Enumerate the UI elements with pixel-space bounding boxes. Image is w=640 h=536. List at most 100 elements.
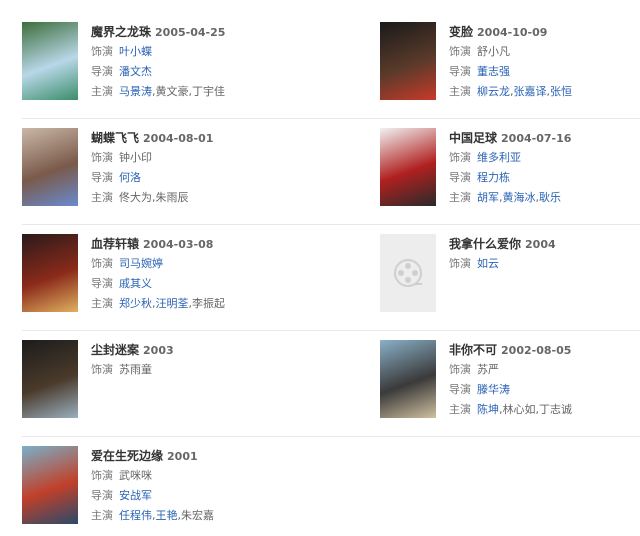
person-name: 朱宏嘉 bbox=[181, 509, 214, 522]
release-date: 2001 bbox=[167, 450, 198, 463]
row-divider bbox=[22, 330, 640, 331]
title-line: 魔界之龙珠 2005-04-25 bbox=[91, 22, 331, 42]
release-date: 2004 bbox=[525, 238, 556, 251]
starring-row: 主演 胡军,黄海冰,耿乐 bbox=[449, 188, 640, 208]
actor-row: 饰演 苏雨童 bbox=[91, 360, 331, 380]
starring-label: 主演 bbox=[91, 85, 113, 98]
movie-card: 尘封迷案 2003 饰演 苏雨童 bbox=[0, 340, 270, 430]
movie-poster[interactable] bbox=[380, 340, 436, 418]
movie-title[interactable]: 中国足球 bbox=[449, 131, 497, 145]
movie-poster[interactable] bbox=[22, 446, 78, 524]
person-name[interactable]: 任程伟 bbox=[119, 509, 152, 522]
person-name[interactable]: 汪明荃 bbox=[156, 297, 189, 310]
movie-card: 蝴蝶飞飞 2004-08-01 饰演 钟小印 导演 何洛 主演 佟大为,朱雨辰 bbox=[0, 128, 270, 218]
person-name: 苏雨童 bbox=[119, 363, 152, 376]
poster-placeholder[interactable] bbox=[380, 234, 436, 312]
poster-artwork bbox=[22, 128, 78, 206]
director-label: 导演 bbox=[449, 65, 471, 78]
person-name[interactable]: 董志强 bbox=[477, 65, 510, 78]
movie-info: 魔界之龙珠 2005-04-25 饰演 叶小蝶 导演 潘文杰 主演 马景涛,黄文豪,丁宇佳 bbox=[91, 22, 331, 102]
movie-poster[interactable] bbox=[22, 128, 78, 206]
person-name[interactable]: 戚其义 bbox=[119, 277, 152, 290]
starring-row: 主演 郑少秋,汪明荃,李振起 bbox=[91, 294, 331, 314]
movie-title[interactable]: 我拿什么爱你 bbox=[449, 237, 521, 251]
release-date: 2005-04-25 bbox=[155, 26, 226, 39]
starring-label: 主演 bbox=[91, 191, 113, 204]
movie-poster[interactable] bbox=[380, 22, 436, 100]
release-date: 2004-08-01 bbox=[143, 132, 214, 145]
person-name[interactable]: 潘文杰 bbox=[119, 65, 152, 78]
starring-row: 主演 陈坤,林心如,丁志诚 bbox=[449, 400, 640, 420]
person-name[interactable]: 黄海冰 bbox=[503, 191, 536, 204]
director-label: 导演 bbox=[449, 383, 471, 396]
person-name[interactable]: 如云 bbox=[477, 257, 499, 270]
person-name: 林心如 bbox=[502, 403, 536, 416]
person-name[interactable]: 安战军 bbox=[119, 489, 152, 502]
movie-title[interactable]: 爱在生死边缘 bbox=[91, 449, 163, 463]
movie-info: 中国足球 2004-07-16 饰演 维多利亚导演 程力栋主演 胡军,黄海冰,耿乐 bbox=[449, 128, 640, 208]
poster-artwork bbox=[22, 340, 78, 418]
title-line: 我拿什么爱你 2004 bbox=[449, 234, 640, 254]
director-label: 导演 bbox=[449, 171, 471, 184]
movie-title[interactable]: 蝴蝶飞飞 bbox=[91, 131, 139, 145]
movie-title[interactable]: 魔界之龙珠 bbox=[91, 25, 151, 39]
title-line: 中国足球 2004-07-16 bbox=[449, 128, 640, 148]
person-name: 苏严 bbox=[477, 363, 499, 376]
actor-row: 饰演 司马婉婷 bbox=[91, 254, 331, 274]
movie-title[interactable]: 尘封迷案 bbox=[91, 343, 139, 357]
director-row: 导演 滕华涛 bbox=[449, 380, 640, 400]
actor-label: 饰演 bbox=[91, 469, 113, 482]
director-row: 导演 戚其义 bbox=[91, 274, 331, 294]
starring-label: 主演 bbox=[91, 509, 113, 522]
actor-row: 饰演 维多利亚 bbox=[449, 148, 640, 168]
movie-card: 爱在生死边缘 2001 饰演 武咪咪 导演 安战军 主演 任程伟,王艳,朱宏嘉 bbox=[0, 446, 270, 536]
movie-poster[interactable] bbox=[22, 340, 78, 418]
person-name[interactable]: 维多利亚 bbox=[477, 151, 521, 164]
actor-label: 饰演 bbox=[91, 151, 113, 164]
starring-label: 主演 bbox=[449, 85, 471, 98]
person-name[interactable]: 司马婉婷 bbox=[119, 257, 163, 270]
person-name: 黄文豪 bbox=[155, 85, 189, 98]
movie-poster[interactable] bbox=[22, 234, 78, 312]
movie-card: 我拿什么爱你 2004 饰演 如云 bbox=[358, 234, 628, 324]
film-reel-icon bbox=[392, 257, 424, 289]
person-name[interactable]: 马景涛 bbox=[119, 85, 152, 98]
poster-artwork bbox=[22, 446, 78, 524]
movie-title[interactable]: 非你不可 bbox=[449, 343, 497, 357]
title-line: 血荐轩辕 2004-03-08 bbox=[91, 234, 331, 254]
actor-row: 饰演 武咪咪 bbox=[91, 466, 331, 486]
person-name[interactable]: 何洛 bbox=[119, 171, 141, 184]
movie-info: 我拿什么爱你 2004 饰演 如云 bbox=[449, 234, 640, 274]
starring-row: 主演 任程伟,王艳,朱宏嘉 bbox=[91, 506, 331, 526]
movie-title[interactable]: 变脸 bbox=[449, 25, 473, 39]
person-name[interactable]: 胡军 bbox=[477, 191, 499, 204]
actor-row: 饰演 苏严 bbox=[449, 360, 640, 380]
poster-artwork bbox=[380, 22, 436, 100]
title-line: 尘封迷案 2003 bbox=[91, 340, 331, 360]
person-name: 丁宇佳 bbox=[192, 85, 225, 98]
person-name[interactable]: 滕华涛 bbox=[477, 383, 510, 396]
person-name[interactable]: 柳云龙 bbox=[477, 85, 510, 98]
person-name[interactable]: 耿乐 bbox=[539, 191, 561, 204]
person-name[interactable]: 张恒 bbox=[550, 85, 572, 98]
movie-poster[interactable] bbox=[380, 128, 436, 206]
person-name: 朱雨辰 bbox=[155, 191, 189, 204]
actor-label: 饰演 bbox=[449, 257, 471, 270]
movie-info: 蝴蝶飞飞 2004-08-01 饰演 钟小印 导演 何洛 主演 佟大为,朱雨辰 bbox=[91, 128, 331, 208]
person-name[interactable]: 郑少秋 bbox=[119, 297, 152, 310]
person-name[interactable]: 叶小蝶 bbox=[119, 45, 152, 58]
person-name[interactable]: 陈坤 bbox=[477, 403, 499, 416]
starring-label: 主演 bbox=[91, 297, 113, 310]
person-name[interactable]: 程力栋 bbox=[477, 171, 510, 184]
movie-title[interactable]: 血荐轩辕 bbox=[91, 237, 139, 251]
movie-poster[interactable] bbox=[22, 22, 78, 100]
person-name[interactable]: 王艳 bbox=[156, 509, 178, 522]
actor-row: 饰演 叶小蝶 bbox=[91, 42, 331, 62]
director-label: 导演 bbox=[91, 65, 113, 78]
person-name[interactable]: 张嘉译 bbox=[514, 85, 547, 98]
row-divider bbox=[22, 118, 640, 119]
movie-card: 中国足球 2004-07-16 饰演 维多利亚 导演 程力栋 主演 胡军,黄海冰,耿乐 bbox=[358, 128, 628, 218]
poster-artwork bbox=[380, 340, 436, 418]
movie-card: 魔界之龙珠 2005-04-25 饰演 叶小蝶 导演 潘文杰 主演 马景涛,黄文豪,丁宇佳 bbox=[0, 22, 270, 112]
poster-artwork bbox=[22, 234, 78, 312]
